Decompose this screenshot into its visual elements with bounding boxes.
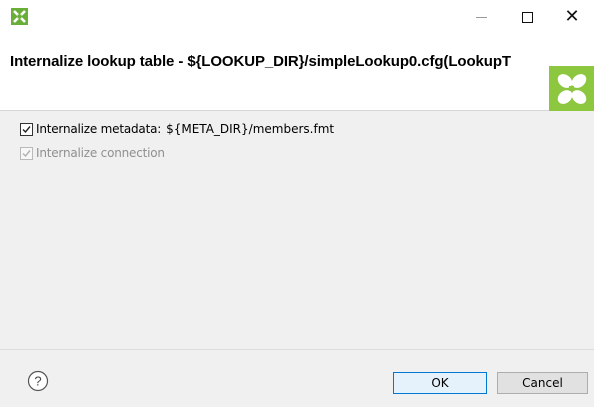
internalize-metadata-label: Internalize metadata:	[36, 122, 162, 136]
maximize-button[interactable]	[504, 0, 550, 34]
minimize-icon	[475, 16, 487, 18]
internalize-metadata-option[interactable]: Internalize metadata: ${META_DIR}/member…	[20, 122, 334, 136]
title-bar: ✕	[0, 0, 594, 34]
dialog-title: Internalize lookup table - ${LOOKUP_DIR}…	[10, 53, 511, 70]
internalize-metadata-checkbox[interactable]	[20, 122, 33, 136]
metadata-path: ${META_DIR}/members.fmt	[166, 122, 335, 136]
maximize-icon	[521, 11, 533, 23]
checkmark-icon	[22, 125, 31, 133]
ok-button[interactable]: OK	[393, 372, 487, 394]
internalize-connection-option: Internalize connection	[20, 146, 165, 160]
internalize-connection-checkbox	[20, 146, 33, 160]
close-icon: ✕	[564, 6, 580, 27]
dialog-header: Internalize lookup table - ${LOOKUP_DIR}…	[0, 34, 594, 112]
clover-logo-icon	[549, 66, 594, 112]
svg-text:?: ?	[34, 374, 41, 389]
checkmark-icon	[22, 149, 31, 157]
dialog-content: Internalize metadata: ${META_DIR}/member…	[0, 111, 594, 349]
dialog-footer: ? OK Cancel	[0, 349, 594, 407]
help-icon[interactable]: ?	[27, 370, 49, 392]
cancel-button[interactable]: Cancel	[497, 372, 588, 394]
internalize-connection-label: Internalize connection	[36, 146, 165, 160]
minimize-button[interactable]	[458, 0, 504, 34]
app-icon	[11, 8, 28, 25]
close-button[interactable]: ✕	[549, 0, 594, 34]
